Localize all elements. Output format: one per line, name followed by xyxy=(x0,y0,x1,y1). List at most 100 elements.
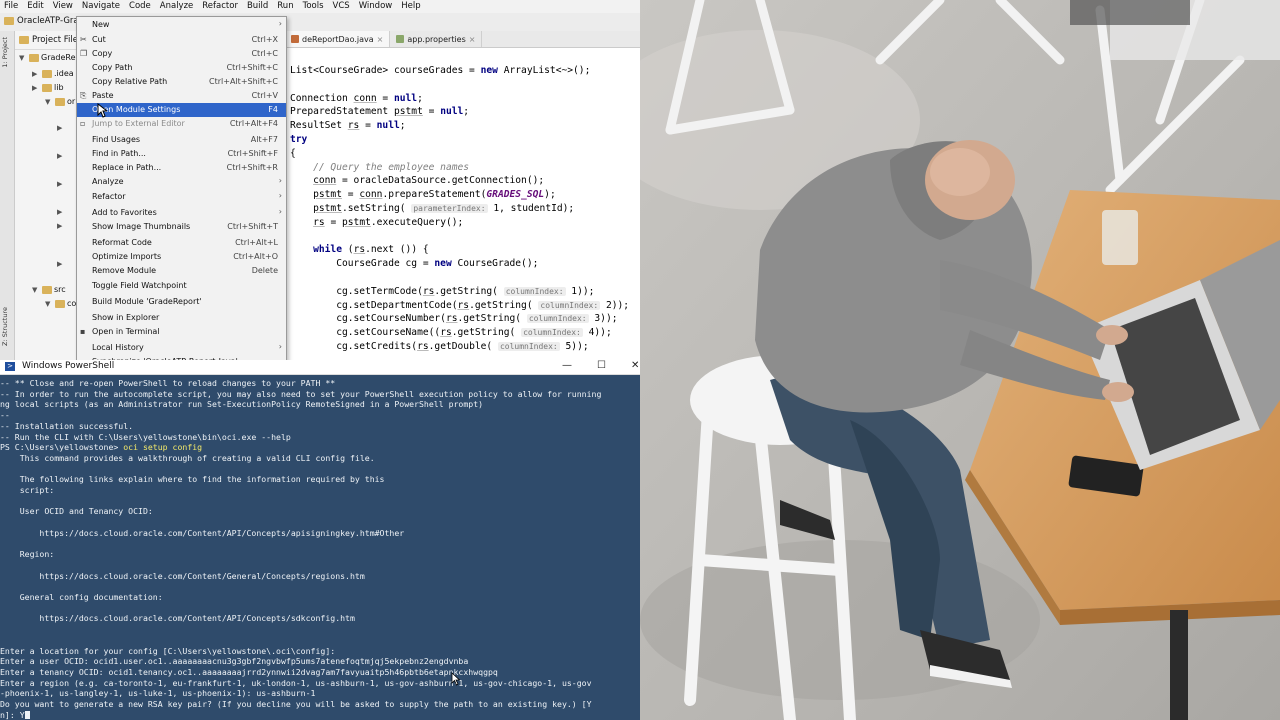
console-line: PS C:\Users\yellowstone> oci setup confi… xyxy=(0,442,203,453)
context-menu-item[interactable]: Remove Module Delete xyxy=(77,264,286,278)
menu-code[interactable]: Code xyxy=(125,1,156,11)
tool-window-strip: 1: Project Z: Structure xyxy=(0,31,15,360)
console-line: This command provides a walkthrough of c… xyxy=(0,452,375,463)
console-line: -phoenix-1, us-langley-1, us-luke-1, us-… xyxy=(0,688,316,699)
menu-edit[interactable]: Edit xyxy=(23,1,48,11)
close-tab-icon[interactable]: × xyxy=(469,35,476,44)
expand-down-icon[interactable]: ▼ xyxy=(32,286,40,294)
menu-window[interactable]: Window xyxy=(355,1,398,11)
tree-item-label: GradeRep xyxy=(41,53,81,62)
tree-item[interactable]: ▶ xyxy=(57,177,65,190)
tree-item[interactable]: ▼ or xyxy=(45,95,75,108)
context-menu-item[interactable]: Find in Path... Ctrl+Shift+F xyxy=(77,147,286,161)
context-menu-item[interactable]: Local History › xyxy=(77,341,286,355)
tree-item[interactable]: ▶ .idea xyxy=(32,67,74,80)
text-cursor-icon xyxy=(451,672,460,686)
code-editor[interactable]: List<CourseGrade> courseGrades = new Arr… xyxy=(285,48,640,360)
close-tab-icon[interactable]: × xyxy=(377,35,384,44)
context-menu-item[interactable]: Show in Explorer xyxy=(77,311,286,325)
context-menu-item[interactable]: Copy Relative Path Ctrl+Alt+Shift+C xyxy=(77,75,286,89)
code-text[interactable]: List<CourseGrade> courseGrades = new Arr… xyxy=(290,64,629,354)
expand-right-icon[interactable]: ▶ xyxy=(57,222,65,230)
menu-item-shortcut: Ctrl+Alt+F4 xyxy=(229,119,278,128)
menu-item-label: Analyze xyxy=(92,177,124,186)
context-menu-item[interactable]: Analyze › xyxy=(77,175,286,189)
breadcrumb[interactable]: OracleATP-Grad xyxy=(4,16,84,26)
expand-down-icon[interactable]: ▼ xyxy=(45,98,53,106)
project-tool-tab[interactable]: 1: Project xyxy=(1,37,9,68)
context-menu-item[interactable]: New › xyxy=(77,18,286,32)
context-menu-item[interactable]: ❐ Copy Ctrl+C xyxy=(77,47,286,61)
context-menu-item[interactable]: Refactor › xyxy=(77,190,286,204)
context-menu-item[interactable]: Reformat Code Ctrl+Alt+L xyxy=(77,236,286,250)
context-menu-item[interactable]: Copy Path Ctrl+Shift+C xyxy=(77,61,286,75)
tree-item[interactable]: ▼ src xyxy=(32,283,66,296)
tree-item-label: or xyxy=(67,97,76,106)
tree-item[interactable]: ▶ lib xyxy=(32,81,64,94)
expand-down-icon[interactable]: ▼ xyxy=(45,300,53,308)
console-line: Enter a user OCID: ocid1.user.oc1..aaaaa… xyxy=(0,656,469,667)
expand-right-icon[interactable]: ▶ xyxy=(57,208,65,216)
structure-tool-tab[interactable]: Z: Structure xyxy=(1,307,9,346)
folder-icon xyxy=(19,36,29,44)
submenu-arrow-icon: › xyxy=(278,19,282,28)
expand-right-icon[interactable]: ▶ xyxy=(57,152,65,160)
tree-item[interactable]: ▶ xyxy=(57,257,65,270)
close-button[interactable]: ✕ xyxy=(631,360,639,371)
menu-file[interactable]: File xyxy=(0,1,23,11)
breadcrumb-project[interactable]: OracleATP-Grad xyxy=(17,16,84,26)
expand-right-icon[interactable]: ▶ xyxy=(57,180,65,188)
console-line: User OCID and Tenancy OCID: xyxy=(0,506,153,517)
editor-tab[interactable]: deReportDao.java × xyxy=(285,31,391,47)
expand-right-icon[interactable]: ▶ xyxy=(32,84,40,92)
menu-bar: File Edit View Navigate Code Analyze Refactor B… xyxy=(0,0,640,12)
menu-item-shortcut: Ctrl+Alt+L xyxy=(235,238,278,247)
context-menu-item[interactable]: ▪ Open in Terminal xyxy=(77,325,286,339)
expand-down-icon[interactable]: ▼ xyxy=(19,54,27,62)
context-menu-item[interactable]: Open Module Settings F4 xyxy=(77,103,286,117)
tree-item[interactable]: ▶ xyxy=(57,205,65,218)
tree-item-label: src xyxy=(54,285,66,294)
menu-refactor[interactable]: Refactor xyxy=(198,1,243,11)
editor-tab[interactable]: app.properties × xyxy=(390,31,483,47)
menu-help[interactable]: Help xyxy=(397,1,425,11)
console-line: https://docs.cloud.oracle.com/Content/Ge… xyxy=(0,570,365,581)
menu-tools[interactable]: Tools xyxy=(299,1,329,11)
context-menu-item[interactable]: Optimize Imports Ctrl+Alt+O xyxy=(77,250,286,264)
context-menu-item[interactable]: ⎘ Paste Ctrl+V xyxy=(77,89,286,103)
folder-icon xyxy=(55,299,65,308)
menu-run[interactable]: Run xyxy=(273,1,298,11)
expand-right-icon[interactable]: ▶ xyxy=(57,124,65,132)
tree-item[interactable]: ▶ xyxy=(57,121,65,134)
expand-right-icon[interactable]: ▶ xyxy=(57,260,65,268)
context-menu-item[interactable]: Toggle Field Watchpoint xyxy=(77,279,286,293)
context-menu: New › ✂ Cut Ctrl+X ❐ Copy Ctrl+C Copy Path Ctrl+S… xyxy=(76,16,287,362)
submenu-arrow-icon: › xyxy=(278,342,282,351)
context-menu-item[interactable]: ✂ Cut Ctrl+X xyxy=(77,33,286,47)
menu-item-label: Refactor xyxy=(92,192,126,201)
typed-command: oci setup config xyxy=(123,442,203,453)
expand-right-icon[interactable]: ▶ xyxy=(32,70,40,78)
menu-analyze[interactable]: Analyze xyxy=(156,1,199,11)
tree-item[interactable]: ▶ xyxy=(57,149,65,162)
menu-vcs[interactable]: VCS xyxy=(329,1,355,11)
java-file-icon xyxy=(291,35,299,43)
tree-item[interactable]: ▶ xyxy=(57,219,65,232)
context-menu-item[interactable]: Build Module 'GradeReport' xyxy=(77,295,286,309)
tree-item[interactable]: ▼ GradeRep xyxy=(19,51,81,64)
context-menu-item[interactable]: Replace in Path... Ctrl+Shift+R xyxy=(77,161,286,175)
tree-item[interactable]: ▼ co xyxy=(45,297,76,310)
powershell-icon: > xyxy=(5,362,15,371)
menu-item-label: Remove Module xyxy=(92,266,157,275)
context-menu-item[interactable]: Find Usages Alt+F7 xyxy=(77,133,286,147)
context-menu-item[interactable]: Add to Favorites › xyxy=(77,206,286,220)
minimize-button[interactable]: — xyxy=(562,360,572,371)
menu-build[interactable]: Build xyxy=(243,1,273,11)
powershell-console[interactable]: -- ** Close and re-open PowerShell to re… xyxy=(0,375,640,720)
console-line: The following links explain where to fin… xyxy=(0,474,385,485)
menu-navigate[interactable]: Navigate xyxy=(78,1,125,11)
console-line: -- In order to run the autocomplete scri… xyxy=(0,388,602,399)
context-menu-item[interactable]: Show Image Thumbnails Ctrl+Shift+T xyxy=(77,220,286,234)
menu-view[interactable]: View xyxy=(49,1,78,11)
maximize-button[interactable]: ☐ xyxy=(597,360,606,371)
